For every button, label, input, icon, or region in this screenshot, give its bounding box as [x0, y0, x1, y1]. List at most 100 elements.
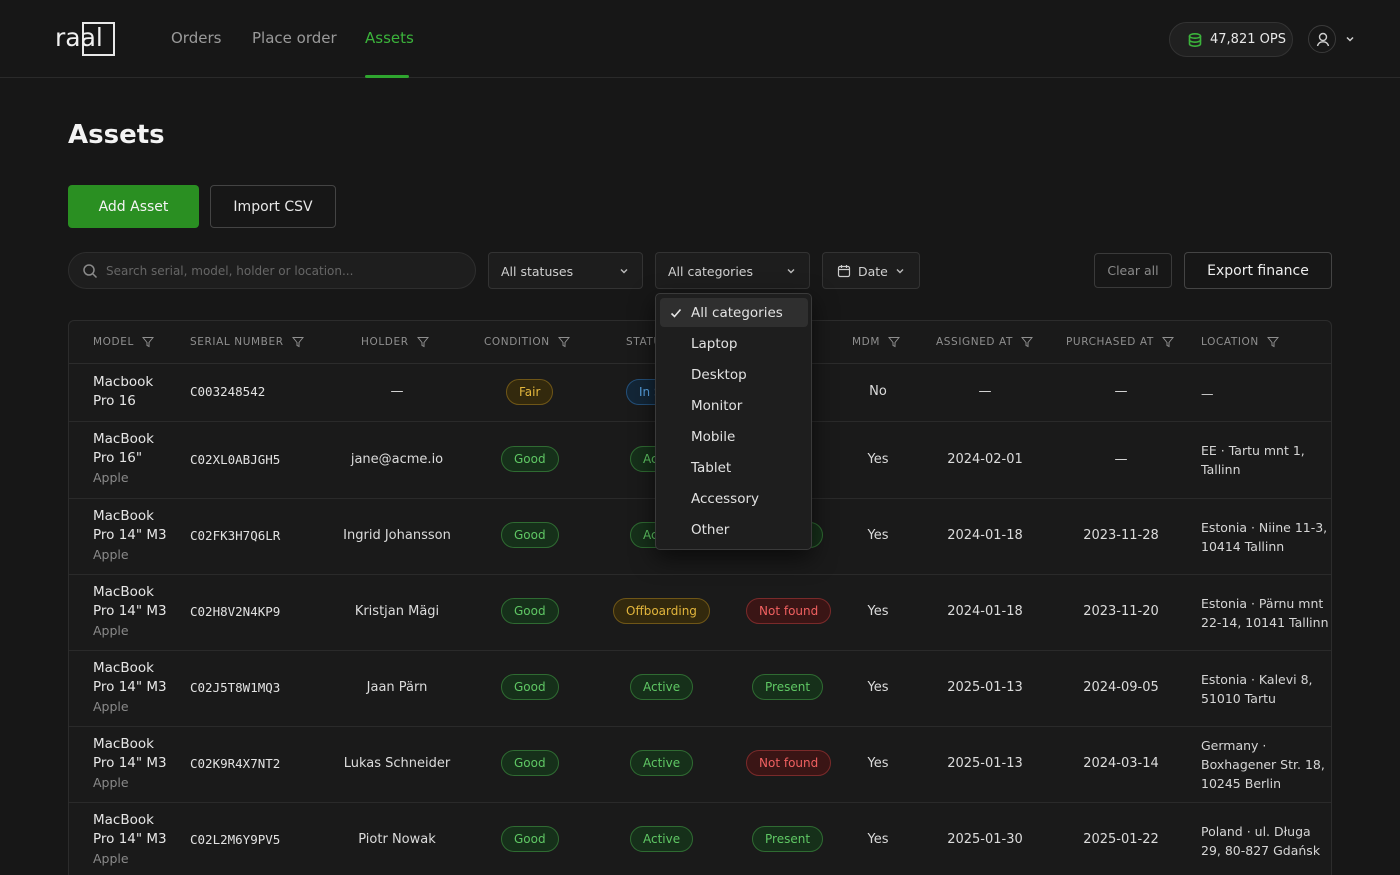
chevron-down-icon	[620, 269, 628, 274]
check-icon	[670, 308, 682, 318]
raal-logo[interactable]: raal	[55, 22, 115, 56]
holder-cell: —	[390, 384, 404, 399]
filter-icon	[141, 337, 154, 348]
nav-place-order[interactable]: Place order	[252, 29, 337, 47]
column-header-holder[interactable]: HOLDER	[361, 336, 429, 348]
nav-orders[interactable]: Orders	[171, 29, 221, 47]
serial-cell: C02H8V2N4KP9	[190, 604, 281, 619]
menu-item-accessory[interactable]: Accessory	[660, 484, 808, 513]
export-finance-button[interactable]: Export finance	[1184, 252, 1332, 289]
column-header-model[interactable]: MODEL	[93, 336, 154, 348]
holder-cell: Ingrid Johansson	[343, 528, 451, 543]
condition-badge: Good	[501, 446, 559, 472]
assigned-cell: 2025-01-13	[947, 756, 1023, 771]
column-header-mdm[interactable]: MDM	[852, 336, 901, 348]
filter-icon	[1021, 337, 1034, 348]
column-header-location[interactable]: LOCATION	[1201, 336, 1279, 348]
status-badge: Offboarding	[613, 598, 710, 624]
calendar-icon	[837, 265, 851, 278]
assigned-cell: 2024-01-18	[947, 604, 1023, 619]
table-row[interactable]: MacBook Pro 14" M3 Apple C02L2M6Y9PV5 Pi…	[69, 803, 1331, 875]
import-csv-button[interactable]: Import CSV	[210, 185, 336, 228]
mdm-cell: No	[869, 384, 887, 399]
holder-cell: Jaan Pärn	[366, 680, 428, 695]
purchased-cell: 2024-03-14	[1083, 756, 1159, 771]
location-cell: EE · Tartu mnt 1, Tallinn	[1201, 443, 1305, 477]
column-header-serial[interactable]: SERIAL NUMBER	[190, 336, 304, 348]
column-header-condition[interactable]: CONDITION	[484, 336, 570, 348]
status-filter-select[interactable]: All statuses	[488, 252, 643, 289]
location-cell: Estonia · Niine 11-3, 10414 Tallinn	[1201, 520, 1328, 554]
model-cell: Macbook Pro 16	[93, 374, 154, 409]
presence-badge: Not found	[746, 598, 832, 624]
chevron-down-icon[interactable]	[1344, 33, 1356, 45]
serial-cell: C02K9R4X7NT2	[190, 756, 281, 771]
serial-cell: C02FK3H7Q6LR	[190, 528, 281, 543]
assigned-cell: —	[978, 384, 992, 399]
condition-badge: Good	[501, 522, 559, 548]
presence-badge: Present	[752, 826, 824, 852]
column-header-purchased-at[interactable]: PURCHASED AT	[1066, 336, 1174, 348]
chevron-down-icon	[787, 269, 795, 274]
user-menu-button[interactable]	[1308, 25, 1336, 53]
category-filter-select[interactable]: All categories	[655, 252, 810, 289]
condition-badge: Good	[501, 674, 559, 700]
mdm-cell: Yes	[867, 680, 889, 695]
search-input[interactable]: Search serial, model, holder or location…	[68, 252, 476, 289]
condition-badge: Fair	[506, 379, 554, 405]
mdm-cell: Yes	[867, 832, 889, 847]
top-navigation: raal Orders Place order Assets 47,821 OP…	[0, 0, 1400, 78]
model-cell: MacBook Pro 14" M3 Apple	[93, 508, 167, 562]
ops-balance-value: 47,821 OPS	[1210, 32, 1286, 47]
model-cell: MacBook Pro 14" M3 Apple	[93, 660, 167, 714]
menu-item-mobile[interactable]: Mobile	[660, 422, 808, 451]
mdm-cell: Yes	[867, 452, 889, 467]
user-icon	[1316, 32, 1330, 47]
clear-all-button[interactable]: Clear all	[1094, 253, 1172, 288]
nav-assets[interactable]: Assets	[365, 29, 414, 47]
mdm-cell: Yes	[867, 756, 889, 771]
menu-item-all-categories[interactable]: All categories	[660, 298, 808, 327]
menu-item-other[interactable]: Other	[660, 515, 808, 544]
presence-badge: Present	[752, 674, 824, 700]
model-cell: MacBook Pro 14" M3 Apple	[93, 584, 167, 638]
purchased-cell: 2023-11-28	[1083, 528, 1159, 543]
chevron-down-icon	[896, 269, 904, 274]
date-filter-select[interactable]: Date	[822, 252, 920, 289]
assigned-cell: 2024-02-01	[947, 452, 1023, 467]
table-row[interactable]: MacBook Pro 14" M3 Apple C02J5T8W1MQ3 Ja…	[69, 651, 1331, 727]
condition-badge: Good	[501, 598, 559, 624]
purchased-cell: —	[1114, 384, 1128, 399]
holder-cell: Lukas Schneider	[343, 756, 451, 771]
menu-item-desktop[interactable]: Desktop	[660, 360, 808, 389]
ops-balance-pill[interactable]: 47,821 OPS	[1169, 22, 1293, 57]
assigned-cell: 2025-01-13	[947, 680, 1023, 695]
add-asset-button[interactable]: Add Asset	[68, 185, 199, 228]
table-row[interactable]: MacBook Pro 14" M3 Apple C02H8V2N4KP9 Kr…	[69, 575, 1331, 651]
status-badge: Active	[630, 674, 694, 700]
filter-icon	[557, 337, 570, 348]
menu-item-laptop[interactable]: Laptop	[660, 329, 808, 358]
purchased-cell: 2023-11-20	[1083, 604, 1159, 619]
holder-cell: Piotr Nowak	[358, 832, 436, 847]
filter-icon	[1161, 337, 1174, 348]
assigned-cell: 2025-01-30	[947, 832, 1023, 847]
holder-cell: Kristjan Mägi	[354, 604, 440, 619]
category-dropdown-menu: All categories Laptop Desktop Monitor Mo…	[655, 293, 812, 550]
filter-icon	[888, 337, 901, 348]
status-badge: Active	[630, 826, 694, 852]
menu-item-monitor[interactable]: Monitor	[660, 391, 808, 420]
location-cell: Germany · Boxhagener Str. 18, 10245 Berl…	[1201, 738, 1325, 791]
filter-icon	[291, 337, 304, 348]
page-title: Assets	[68, 120, 165, 150]
mdm-cell: Yes	[867, 528, 889, 543]
location-cell: Estonia · Pärnu mnt 22-14, 10141 Tallinn	[1201, 596, 1329, 630]
menu-item-tablet[interactable]: Tablet	[660, 453, 808, 482]
location-cell: Estonia · Kalevi 8, 51010 Tartu	[1201, 672, 1313, 706]
location-cell: —	[1201, 386, 1214, 401]
column-header-assigned-at[interactable]: ASSIGNED AT	[936, 336, 1034, 348]
model-cell: MacBook Pro 14" M3 Apple	[93, 736, 167, 790]
table-row[interactable]: MacBook Pro 14" M3 Apple C02K9R4X7NT2 Lu…	[69, 727, 1331, 803]
model-cell: MacBook Pro 14" M3 Apple	[93, 812, 167, 866]
filter-icon	[1266, 337, 1279, 348]
